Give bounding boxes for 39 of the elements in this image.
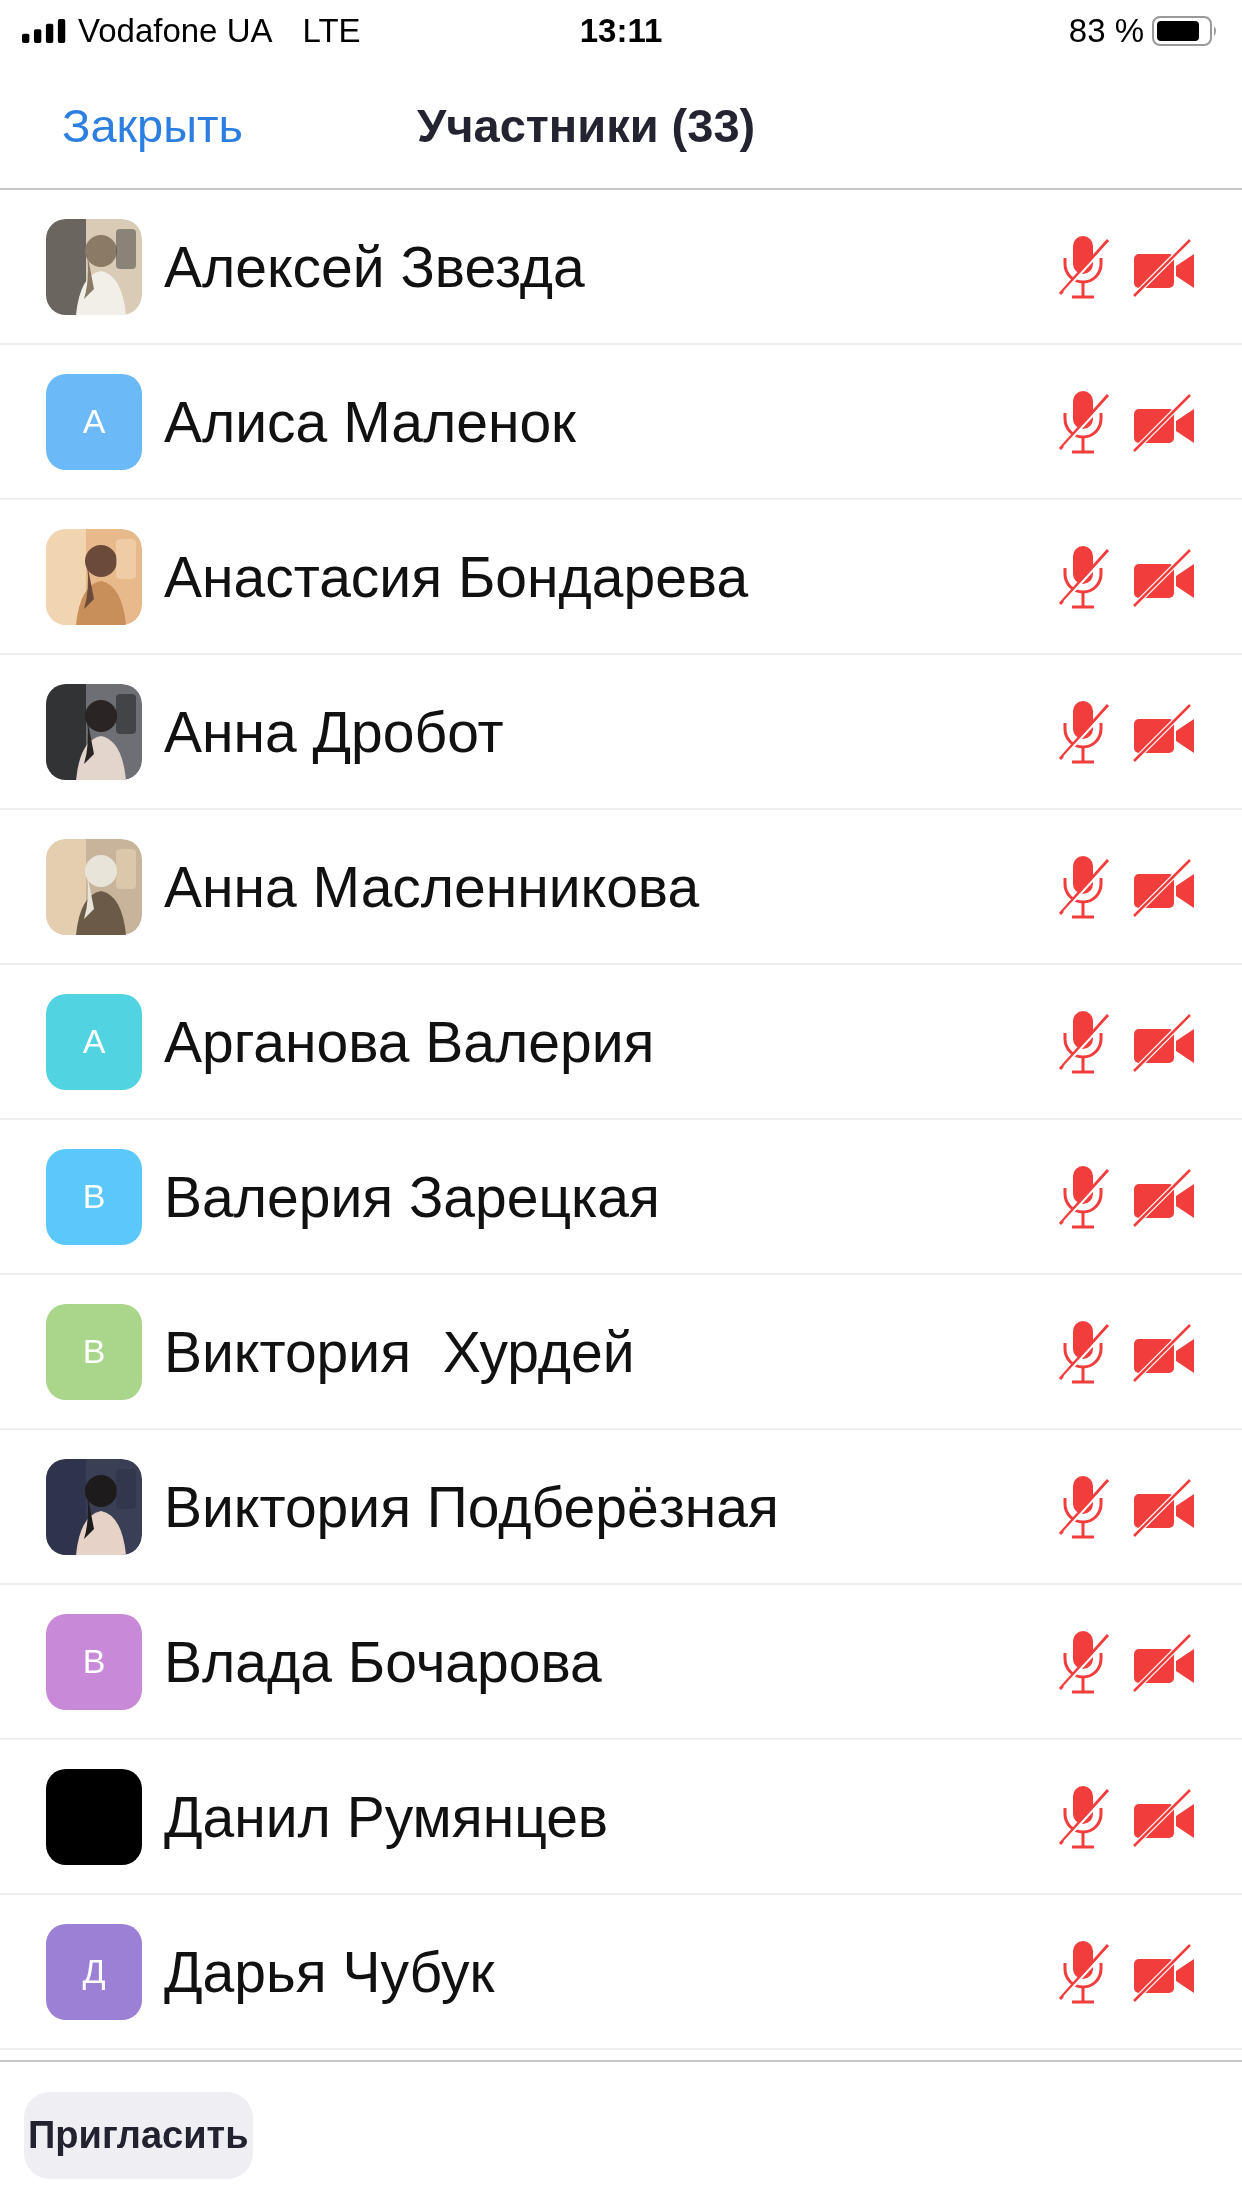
participant-name[interactable]: Анастасия Бондарева [164, 543, 1056, 610]
invite-button[interactable]: Пригласить [24, 2091, 253, 2179]
network-type: LTE [302, 12, 361, 50]
microphone-icon[interactable] [1056, 1163, 1112, 1230]
participant-name[interactable]: Арганова Валерия [164, 1008, 1056, 1075]
participant-name[interactable]: Влада Бочарова [164, 1628, 1056, 1695]
initial-avatar: В [46, 1148, 142, 1245]
participant-name[interactable]: Алексей Звезда [164, 233, 1056, 300]
participant-name[interactable]: Алиса Маленок [164, 388, 1056, 455]
initial-avatar: В [46, 1613, 142, 1710]
clock-time: 13:11 [579, 12, 663, 50]
signal-icon [22, 19, 68, 43]
close-link[interactable]: Закрыть [62, 97, 244, 153]
battery-icon [1152, 16, 1218, 46]
participant-name[interactable]: Виктория Подберёзная [164, 1473, 1056, 1540]
initial-avatar: В [46, 1303, 142, 1400]
microphone-icon[interactable] [1056, 698, 1112, 765]
microphone-icon[interactable] [1056, 1628, 1112, 1695]
participant-name[interactable]: Анна Дробот [164, 698, 1056, 765]
microphone-icon[interactable] [1056, 543, 1112, 610]
initial-avatar: А [46, 373, 142, 470]
initial-avatar: А [46, 993, 142, 1090]
participant-name[interactable]: Валерия Зарецкая [164, 1163, 1056, 1230]
battery-percent: 83 % [1068, 12, 1144, 50]
participant-name[interactable]: Данил Румянцев [164, 1783, 1056, 1850]
microphone-icon[interactable] [1056, 853, 1112, 920]
microphone-icon[interactable] [1056, 1938, 1112, 2005]
microphone-icon[interactable] [1056, 1783, 1112, 1850]
microphone-icon[interactable] [1056, 1473, 1112, 1540]
microphone-icon[interactable] [1056, 1318, 1112, 1385]
participant-name[interactable]: Виктория Хурдей [164, 1318, 1056, 1385]
screen-title: Участники (33) [417, 97, 756, 153]
initial-avatar: Д [46, 1923, 142, 2020]
microphone-icon[interactable] [1056, 388, 1112, 455]
microphone-icon[interactable] [1056, 1008, 1112, 1075]
carrier-name: Vodafone UA [78, 12, 273, 50]
microphone-icon[interactable] [1056, 233, 1112, 300]
participant-name[interactable]: Дарья Чубук [164, 1938, 1056, 2005]
participant-name[interactable]: Анна Масленникова [164, 853, 1056, 920]
